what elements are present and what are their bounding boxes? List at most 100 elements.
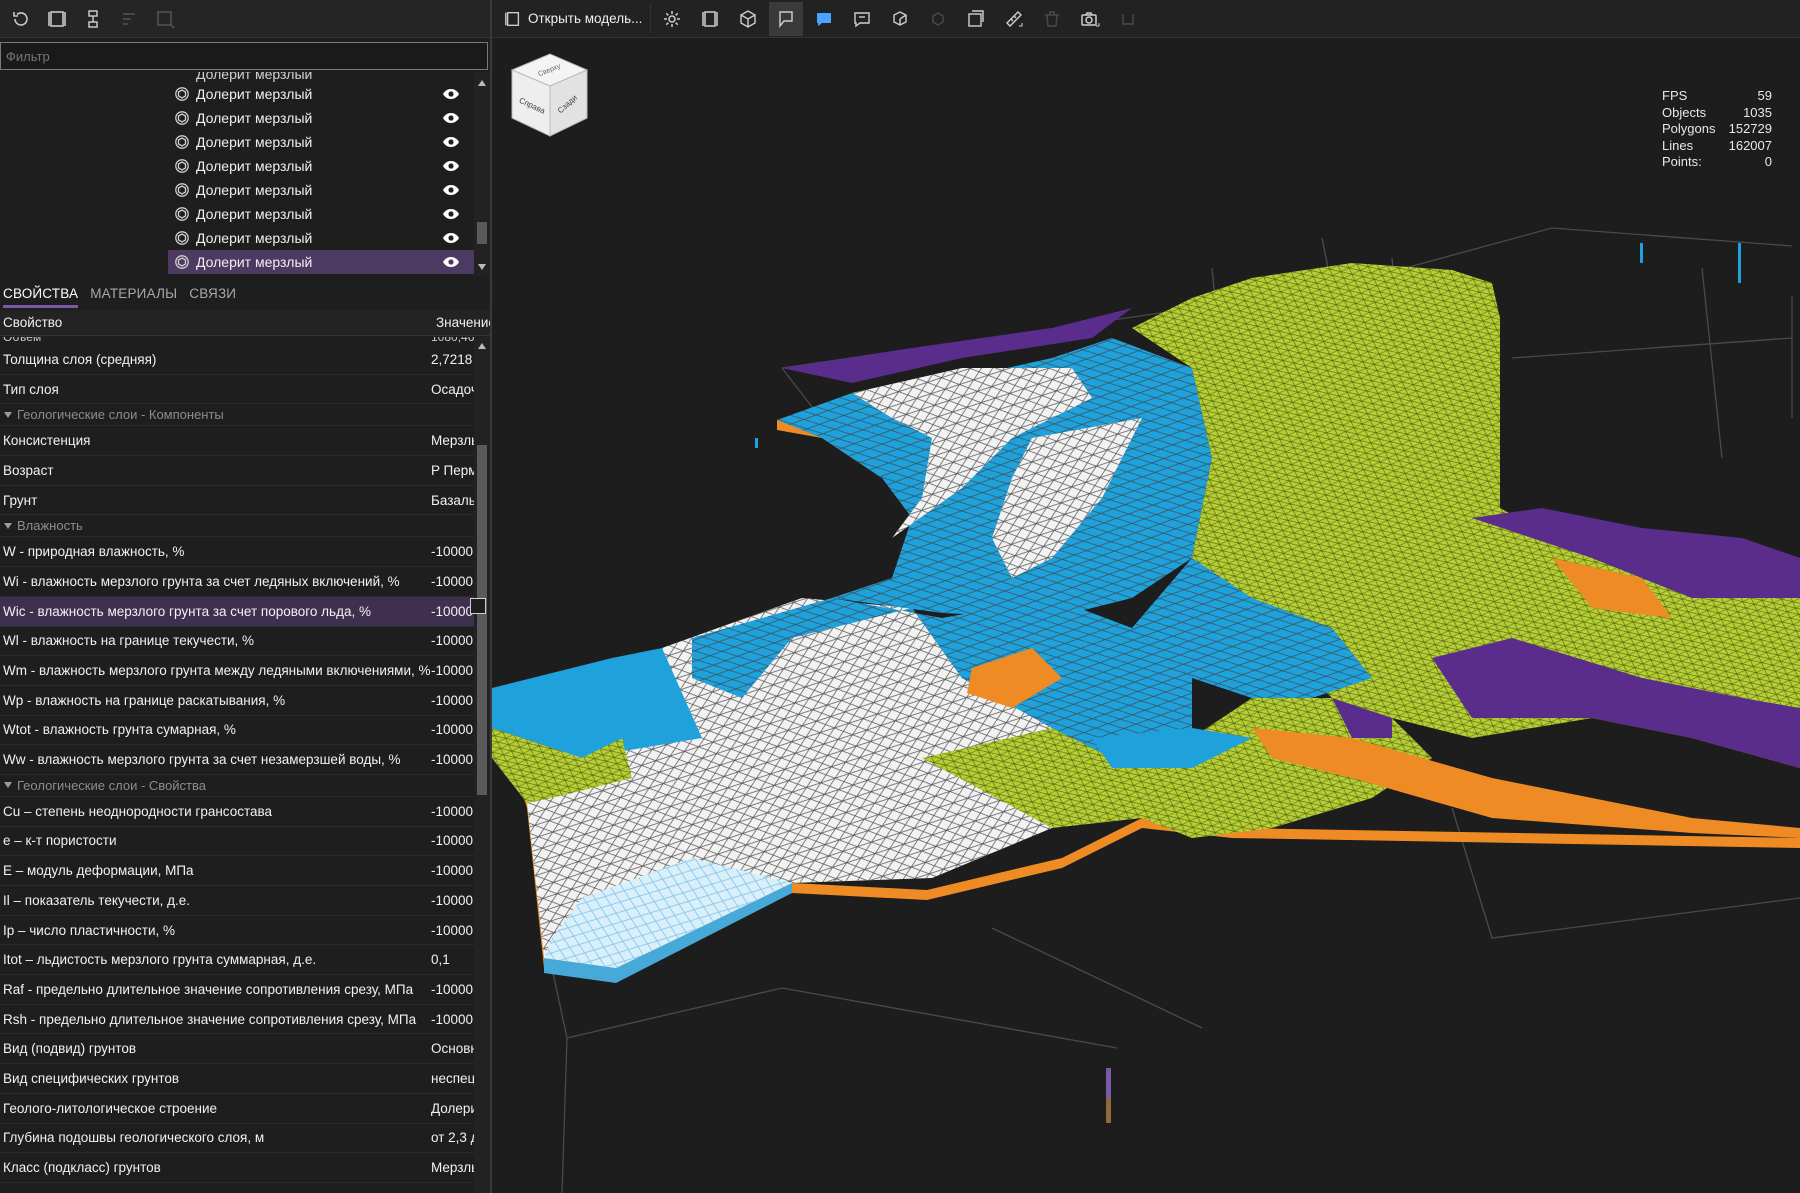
delete-button[interactable] (1035, 2, 1069, 36)
open-model-button[interactable]: Открыть модель... (498, 3, 652, 34)
properties-scrollbar[interactable] (474, 337, 490, 1193)
3d-viewport[interactable]: Открыть модель... Сверху Справа Сзади FP… (492, 0, 1800, 1193)
property-row[interactable]: Wm - влажность мерзлого грунта между лед… (0, 656, 474, 686)
property-value[interactable]: -10000 (431, 804, 474, 819)
property-row[interactable]: Itot – льдистость мерзлого грунта суммар… (0, 945, 474, 976)
property-row[interactable]: Raf - предельно длительное значение сопр… (0, 975, 474, 1005)
property-value[interactable]: -10000 (431, 893, 474, 908)
property-value[interactable]: -10000 (431, 604, 474, 619)
sort-button[interactable] (114, 4, 144, 34)
tree-item[interactable]: Долерит мерзлый (168, 130, 474, 154)
visibility-eye-icon[interactable] (442, 112, 460, 124)
property-row[interactable]: e – к-т пористости -10000 (0, 827, 474, 857)
property-row[interactable]: Wi - влажность мерзлого грунта за счет л… (0, 567, 474, 597)
property-value[interactable]: 1080,46 (431, 337, 474, 344)
annotation-button[interactable] (769, 1, 804, 36)
edit-value-handle[interactable] (470, 598, 486, 614)
tree-item-partial[interactable]: Долерит мерзлый (168, 72, 474, 82)
property-group-header[interactable]: Влажность (0, 515, 474, 538)
visibility-eye-icon[interactable] (442, 256, 460, 268)
screenshot-button[interactable] (1073, 2, 1107, 36)
property-value[interactable]: -10000 (431, 633, 474, 648)
property-value[interactable]: Мерзлый (431, 1160, 474, 1175)
property-row[interactable]: Вид специфических грунтов неспецифический (0, 1064, 474, 1094)
visibility-eye-icon[interactable] (442, 232, 460, 244)
visibility-eye-icon[interactable] (442, 208, 460, 220)
comment-button[interactable] (807, 2, 841, 36)
terrain-scene[interactable] (492, 38, 1800, 1193)
property-row[interactable]: Cu – степень неоднородности грансостава -… (0, 797, 474, 827)
property-value[interactable]: -10000 (431, 863, 474, 878)
scroll-up-arrow-icon[interactable] (478, 343, 486, 349)
property-value[interactable]: Основной (431, 1041, 474, 1056)
property-value[interactable]: -10000 (431, 693, 474, 708)
extra-tool-button[interactable] (1111, 2, 1145, 36)
scrollbar-thumb[interactable] (477, 222, 487, 244)
property-value[interactable]: Осадочный (431, 382, 474, 397)
view-cube[interactable]: Сверху Справа Сзади (502, 50, 597, 145)
filter-input[interactable] (0, 42, 488, 70)
property-value[interactable]: от 2,3 до (431, 1130, 474, 1145)
scrollbar-thumb[interactable] (477, 445, 487, 795)
property-row[interactable]: Грунт Базальт (0, 486, 474, 516)
visibility-eye-icon[interactable] (442, 88, 460, 100)
property-row[interactable]: Rsh - предельно длительное значение сопр… (0, 1005, 474, 1035)
column-header-property[interactable]: Свойство (3, 315, 62, 330)
property-value[interactable]: Базальт (431, 493, 474, 508)
property-value[interactable]: Долерит (431, 1101, 474, 1116)
property-group-header[interactable]: Геологические слои - Компоненты (0, 404, 474, 427)
property-row[interactable]: Il – показатель текучести, д.е. -10000 (0, 886, 474, 916)
property-value[interactable]: -10000 (431, 1012, 474, 1027)
tree-scrollbar[interactable] (474, 72, 490, 276)
explode-button[interactable] (921, 2, 955, 36)
cube-view-button[interactable] (731, 2, 765, 36)
property-value[interactable]: -10000 (431, 833, 474, 848)
property-row[interactable]: Wl - влажность на границе текучести, % -1… (0, 627, 474, 657)
fit-frame-button[interactable] (42, 4, 72, 34)
tree-item-selected[interactable]: Долерит мерзлый (168, 250, 474, 274)
property-row[interactable]: Класс (подкласс) грунтов Мерзлый (0, 1153, 474, 1183)
tree-item[interactable]: Долерит мерзлый (168, 82, 474, 106)
property-row[interactable]: Объем 1080,46 (0, 337, 474, 345)
fit-view-button[interactable] (693, 2, 727, 36)
property-group-header[interactable]: Геологические слои - Свойства (0, 774, 474, 797)
property-value[interactable]: -10000 (431, 722, 474, 737)
measure-button[interactable] (997, 2, 1031, 36)
property-value[interactable]: P Пермь (431, 463, 474, 478)
property-row[interactable]: Вид (подвид) грунтов Основной (0, 1034, 474, 1065)
property-row[interactable]: Тип слоя Осадочный (0, 375, 474, 405)
visibility-eye-icon[interactable] (442, 160, 460, 172)
property-value[interactable]: -10000 (431, 544, 474, 559)
tree-item[interactable]: Долерит мерзлый (168, 154, 474, 178)
visibility-eye-icon[interactable] (442, 184, 460, 196)
refresh-button[interactable] (6, 4, 36, 34)
collapse-triangle-icon[interactable] (4, 782, 12, 789)
property-row-selected[interactable]: Wic - влажность мерзлого грунта за счет … (0, 596, 474, 627)
tab-materials[interactable]: МАТЕРИАЛЫ (90, 286, 177, 308)
section-box-button[interactable] (959, 2, 993, 36)
property-value[interactable]: -10000 (431, 923, 474, 938)
settings-button[interactable] (655, 2, 689, 36)
collapse-triangle-icon[interactable] (4, 522, 12, 529)
select-box-button[interactable] (150, 4, 180, 34)
visibility-eye-icon[interactable] (442, 136, 460, 148)
scroll-up-arrow-icon[interactable] (478, 80, 486, 86)
tab-properties[interactable]: СВОЙСТВА (3, 286, 79, 308)
property-row[interactable]: Геолого-литологическое строение Долерит (0, 1094, 474, 1124)
property-value[interactable]: Мерзлый (431, 433, 474, 448)
property-row[interactable]: Консистенция Мерзлый (0, 426, 474, 457)
property-row[interactable]: Wp - влажность на границе раскатывания, … (0, 686, 474, 716)
property-row[interactable]: Толщина слоя (средняя) 2,7218 (0, 345, 474, 375)
tree-item[interactable]: Долерит мерзлый (168, 202, 474, 226)
property-row[interactable]: Ww - влажность мерзлого грунта за счет н… (0, 745, 474, 775)
scroll-down-arrow-icon[interactable] (478, 264, 486, 270)
property-value[interactable]: неспецифический (431, 1071, 474, 1086)
layers-tree-button[interactable] (78, 4, 108, 34)
collapse-triangle-icon[interactable] (4, 411, 12, 418)
tree-item[interactable]: Долерит мерзлый (168, 226, 474, 250)
tab-links[interactable]: СВЯЗИ (189, 286, 236, 308)
property-value[interactable]: -10000 (431, 663, 474, 678)
property-value[interactable]: 2,7218 (431, 352, 474, 367)
property-row[interactable]: Глубина подошвы геологического слоя, м от… (0, 1124, 474, 1154)
tree-item[interactable]: Долерит мерзлый (168, 106, 474, 130)
